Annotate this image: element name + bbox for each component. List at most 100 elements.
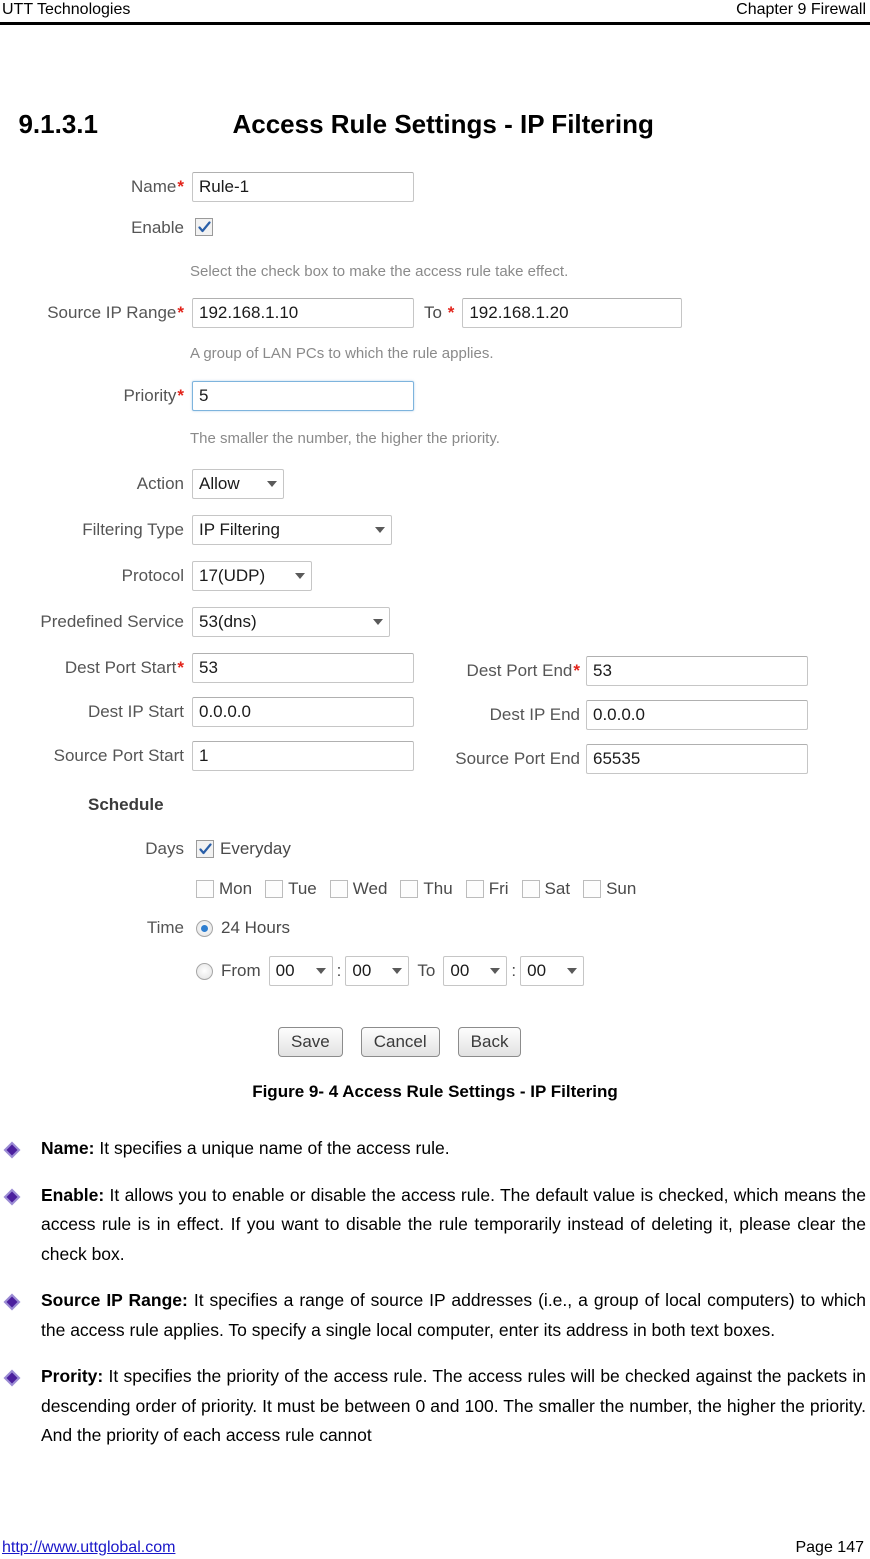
required-asterisk: * bbox=[177, 303, 184, 322]
field-row-action: Action Allow bbox=[0, 469, 284, 499]
field-row-dest-ip-end: Dest IP End 0.0.0.0 bbox=[420, 700, 808, 730]
action-label: Action bbox=[136, 474, 184, 493]
chevron-down-icon bbox=[392, 968, 403, 974]
time-to-minute-select[interactable]: 00 bbox=[520, 956, 585, 986]
access-rule-settings-form: Name* Rule-1 Enable Select the check box… bbox=[0, 160, 870, 1070]
priority-label: Priority* bbox=[123, 386, 184, 405]
sat-label: Sat bbox=[544, 879, 571, 898]
dest-ip-end-label: Dest IP End bbox=[489, 705, 580, 724]
list-item: Enable: It allows you to enable or disab… bbox=[0, 1181, 870, 1270]
dest-ip-end-input[interactable]: 0.0.0.0 bbox=[586, 700, 808, 730]
enable-checkbox[interactable] bbox=[195, 218, 213, 236]
field-row-source-port-start: Source Port Start 1 bbox=[0, 741, 414, 771]
dest-port-end-label: Dest Port End* bbox=[466, 661, 580, 680]
wed-label: Wed bbox=[352, 879, 388, 898]
weekday-thu[interactable]: Thu bbox=[400, 879, 453, 899]
source-ip-to-label: To * bbox=[424, 303, 455, 322]
footer-page-number: Page 147 bbox=[795, 1539, 864, 1556]
chevron-down-icon bbox=[375, 527, 385, 533]
weekday-sat[interactable]: Sat bbox=[521, 879, 571, 899]
dest-port-end-input[interactable]: 53 bbox=[586, 656, 808, 686]
section-title: Access Rule Settings - IP Filtering bbox=[232, 109, 654, 139]
source-ip-start-input[interactable]: 192.168.1.10 bbox=[192, 298, 414, 328]
priority-input[interactable]: 5 bbox=[192, 381, 414, 411]
mon-label: Mon bbox=[219, 879, 253, 898]
field-row-dest-port-end: Dest Port End* 53 bbox=[420, 656, 808, 686]
protocol-select[interactable]: 17(UDP) bbox=[192, 561, 312, 591]
time-24hours-radio[interactable] bbox=[196, 919, 213, 937]
weekday-wed[interactable]: Wed bbox=[329, 879, 388, 899]
list-item: Name: It specifies a unique name of the … bbox=[0, 1134, 870, 1164]
check-icon bbox=[197, 220, 211, 232]
list-item: Source IP Range: It specifies a range of… bbox=[0, 1286, 870, 1345]
field-row-source-port-end: Source Port End 65535 bbox=[420, 744, 808, 774]
time-from-colon: : bbox=[336, 961, 342, 980]
list-item-term: Name: bbox=[41, 1138, 95, 1158]
action-select[interactable]: Allow bbox=[192, 469, 284, 499]
diamond-bullet-icon bbox=[3, 1188, 21, 1205]
weekday-sun[interactable]: Sun bbox=[583, 879, 636, 899]
sat-checkbox[interactable] bbox=[521, 880, 540, 898]
dest-ip-start-input[interactable]: 0.0.0.0 bbox=[192, 697, 414, 727]
protocol-label: Protocol bbox=[121, 566, 184, 585]
fri-checkbox[interactable] bbox=[465, 880, 484, 898]
chevron-down-icon bbox=[295, 573, 305, 579]
weekday-fri[interactable]: Fri bbox=[465, 879, 509, 899]
wed-checkbox[interactable] bbox=[329, 880, 348, 898]
save-button[interactable]: Save bbox=[278, 1027, 343, 1057]
field-row-time-range: From 00 : 00 To 00 : 00 bbox=[196, 956, 585, 986]
time-to-hour-select[interactable]: 00 bbox=[443, 956, 508, 986]
dest-ip-start-label: Dest IP Start bbox=[87, 702, 184, 721]
name-input[interactable]: Rule-1 bbox=[192, 172, 414, 202]
footer-website-link[interactable]: http://www.uttglobal.com bbox=[0, 1539, 175, 1557]
field-row-predefined-service: Predefined Service 53(dns) bbox=[0, 607, 390, 637]
time-from-minute-select[interactable]: 00 bbox=[345, 956, 410, 986]
everyday-label: Everyday bbox=[220, 839, 291, 858]
source-port-start-input[interactable]: 1 bbox=[192, 741, 414, 771]
sun-label: Sun bbox=[606, 879, 637, 898]
diamond-bullet-icon bbox=[3, 1293, 21, 1311]
page-running-header: UTT Technologies Chapter 9 Firewall bbox=[0, 0, 870, 24]
enable-label: Enable bbox=[131, 218, 184, 238]
sun-checkbox[interactable] bbox=[583, 880, 602, 898]
radio-dot-icon bbox=[201, 924, 208, 932]
time-label: Time bbox=[146, 918, 184, 937]
weekday-tue[interactable]: Tue bbox=[265, 879, 317, 899]
field-row-source-ip-range: Source IP Range* 192.168.1.10 To * 192.1… bbox=[0, 298, 683, 328]
source-ip-end-input[interactable]: 192.168.1.20 bbox=[462, 298, 683, 328]
everyday-checkbox[interactable] bbox=[196, 840, 214, 858]
required-asterisk: * bbox=[177, 386, 184, 405]
filtering-type-select[interactable]: IP Filtering bbox=[192, 515, 392, 545]
source-ip-range-hint: A group of LAN PCs to which the rule app… bbox=[190, 345, 494, 362]
predefined-service-label: Predefined Service bbox=[40, 612, 184, 631]
list-item-term: Prority: bbox=[41, 1366, 104, 1386]
time-from-hour-select[interactable]: 00 bbox=[268, 956, 333, 986]
chevron-down-icon bbox=[315, 968, 326, 974]
dest-port-start-input[interactable]: 53 bbox=[192, 653, 414, 683]
required-asterisk: * bbox=[177, 177, 184, 196]
filtering-type-label: Filtering Type bbox=[82, 520, 184, 539]
tue-checkbox[interactable] bbox=[265, 880, 284, 898]
cancel-button[interactable]: Cancel bbox=[360, 1027, 440, 1057]
list-item-text: It specifies a unique name of the access… bbox=[94, 1138, 450, 1158]
field-row-days: Days Everyday bbox=[0, 839, 291, 859]
weekday-mon[interactable]: Mon bbox=[196, 879, 252, 899]
source-port-end-input[interactable]: 65535 bbox=[586, 744, 808, 774]
thu-checkbox[interactable] bbox=[400, 880, 419, 898]
field-row-time: Time 24 Hours bbox=[0, 918, 290, 938]
required-asterisk: * bbox=[177, 658, 184, 677]
predefined-service-select[interactable]: 53(dns) bbox=[192, 607, 390, 637]
chevron-down-icon bbox=[490, 968, 501, 974]
mon-checkbox[interactable] bbox=[196, 880, 214, 898]
list-item-text: It specifies the priority of the access … bbox=[41, 1366, 866, 1445]
required-asterisk: * bbox=[573, 661, 580, 680]
time-range-radio[interactable] bbox=[196, 962, 213, 980]
list-item-text: It allows you to enable or disable the a… bbox=[41, 1184, 866, 1264]
field-row-name: Name* Rule-1 bbox=[0, 172, 414, 202]
back-button[interactable]: Back bbox=[457, 1027, 522, 1057]
header-right-text: Chapter 9 Firewall bbox=[736, 1, 866, 18]
field-row-dest-port-start: Dest Port Start* 53 bbox=[0, 653, 414, 683]
time-to-label: To bbox=[417, 961, 436, 980]
section-number: 9.1.3.1 bbox=[18, 109, 98, 139]
time-to-colon: : bbox=[511, 961, 517, 980]
